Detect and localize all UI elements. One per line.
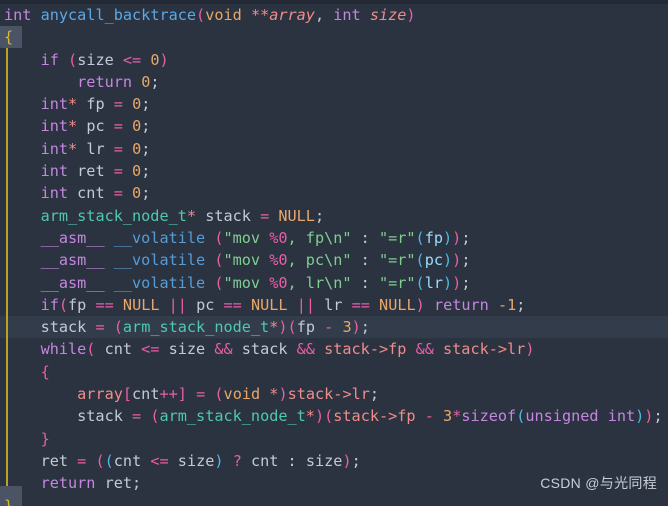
code-line-current[interactable]: stack = (arm_stack_node_t*)(fp - 3); xyxy=(0,316,668,339)
token-parameter: array xyxy=(269,6,315,24)
code-line[interactable]: int* fp = 0; xyxy=(0,93,668,115)
code-line[interactable]: } xyxy=(0,428,668,450)
code-line[interactable]: return 0; xyxy=(0,71,668,93)
token-function-name: anycall_backtrace xyxy=(40,6,197,24)
code-line[interactable]: } xyxy=(0,495,668,506)
token-parameter: size xyxy=(369,6,407,24)
code-screenshot: int anycall_backtrace(void **array, int … xyxy=(0,0,668,506)
code-line[interactable]: while( cnt <= size && stack && stack->fp… xyxy=(0,338,668,360)
code-line[interactable]: array[cnt++] = (void *)stack->lr; xyxy=(0,383,668,405)
token-string: "mov xyxy=(223,251,270,270)
token-brace-open: { xyxy=(4,28,14,47)
code-line[interactable]: int cnt = 0; xyxy=(0,182,668,204)
code-line[interactable]: __asm__ __volatile ("mov %0, lr\n" : "=r… xyxy=(0,272,668,294)
token-brace-close: } xyxy=(4,496,14,506)
token-user-type: arm_stack_node_t xyxy=(122,318,270,337)
code-editor-surface[interactable]: int anycall_backtrace(void **array, int … xyxy=(0,4,668,506)
code-line[interactable]: stack = (arm_stack_node_t*)(stack->fp - … xyxy=(0,405,668,427)
code-line[interactable]: int* lr = 0; xyxy=(0,138,668,160)
token-type: void xyxy=(205,6,242,24)
code-line[interactable]: if (size <= 0) xyxy=(0,49,668,71)
token-keyword: int xyxy=(4,6,32,24)
code-line[interactable]: if(fp == NULL || pc == NULL || lr == NUL… xyxy=(0,294,668,316)
watermark-text: CSDN @与光同程 xyxy=(540,475,657,491)
code-line[interactable]: ret = ((cnt <= size) ? cnt : size); xyxy=(0,450,668,472)
code-line[interactable]: { xyxy=(0,26,668,48)
code-line[interactable]: int* pc = 0; xyxy=(0,115,668,137)
code-line[interactable]: __asm__ __volatile ("mov %0, pc\n" : "=r… xyxy=(0,249,668,271)
token-user-type: arm_stack_node_t xyxy=(40,206,187,225)
token-string: "mov xyxy=(223,228,270,247)
token-brace-open: { xyxy=(40,362,50,381)
code-line[interactable]: int ret = 0; xyxy=(0,160,668,182)
code-line[interactable]: __asm__ __volatile ("mov %0, fp\n" : "=r… xyxy=(0,227,668,249)
token-brace-close: } xyxy=(40,429,50,448)
code-line[interactable]: arm_stack_node_t* stack = NULL; xyxy=(0,205,668,227)
token-string: "mov xyxy=(223,273,270,292)
code-line[interactable]: { xyxy=(0,361,668,383)
code-line[interactable]: int anycall_backtrace(void **array, int … xyxy=(0,4,668,26)
